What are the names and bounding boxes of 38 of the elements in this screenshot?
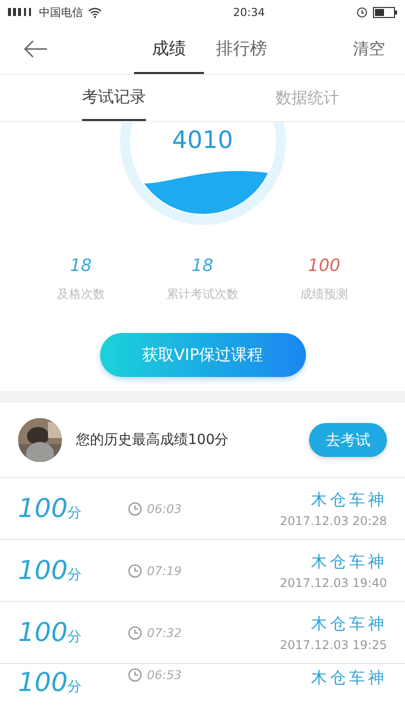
record-duration: 06:03 <box>147 502 182 516</box>
clock-icon <box>128 668 142 682</box>
carrier-name: 中国电信 <box>39 4 83 20</box>
stat-value: 18 <box>192 256 214 276</box>
stat-label: 及格次数 <box>56 286 105 303</box>
record-duration: 07:19 <box>147 564 182 578</box>
clock-icon <box>128 626 142 640</box>
record-score: 100分 <box>18 556 83 586</box>
record-duration: 07:32 <box>147 626 182 640</box>
nav-tab[interactable]: 成绩 <box>134 24 204 74</box>
clear-button[interactable]: 清空 <box>353 38 385 60</box>
record-date: 2017.12.03 19:40 <box>280 576 387 590</box>
clock-icon <box>128 564 142 578</box>
stat-label: 成绩预测 <box>300 286 348 303</box>
clock-icon <box>128 502 142 516</box>
best-score-text: 您的历史最高成绩100分 <box>76 431 229 449</box>
record-date: 2017.12.03 19:25 <box>280 638 387 652</box>
battery-icon <box>372 6 397 18</box>
record-duration: 06:53 <box>147 668 182 682</box>
back-arrow-icon[interactable] <box>24 40 48 58</box>
record-score: 100分 <box>18 668 83 698</box>
stat-value: 18 <box>70 256 92 276</box>
signal-icon <box>8 6 34 18</box>
sub-tab[interactable]: 考试记录 <box>82 75 146 121</box>
stat-value: 100 <box>308 256 340 276</box>
gauge-value: 4010 <box>170 126 234 154</box>
record-score: 100分 <box>18 618 83 648</box>
alarm-icon <box>356 6 368 18</box>
wifi-icon <box>88 6 102 18</box>
record-name: 木仓车神 <box>311 490 387 510</box>
record-name: 木仓车神 <box>311 668 387 689</box>
clock-time: 20:34 <box>233 6 265 18</box>
record-score: 100分 <box>18 494 83 524</box>
record-name: 木仓车神 <box>311 552 387 572</box>
record-date: 2017.12.03 20:28 <box>280 514 387 528</box>
nav-tab[interactable]: 排行榜 <box>204 24 279 74</box>
record-name: 木仓车神 <box>311 614 387 634</box>
stat-label: 累计考试次数 <box>166 286 238 303</box>
